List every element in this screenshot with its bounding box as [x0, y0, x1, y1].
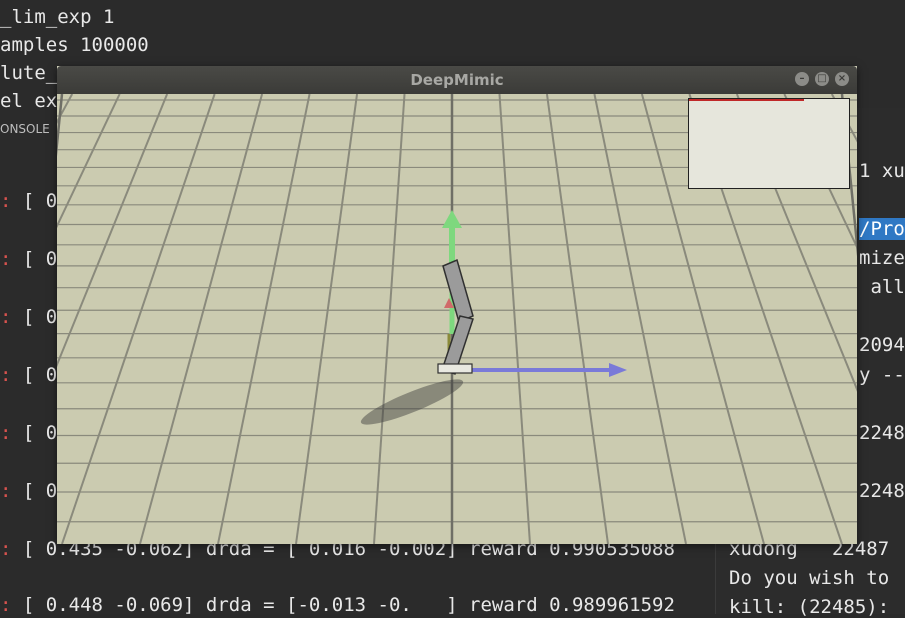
window-titlebar[interactable]: DeepMimic – □ ×	[57, 66, 857, 94]
right-line: mize	[859, 247, 905, 269]
foot-link	[437, 363, 473, 374]
right-line: y --	[859, 364, 905, 386]
close-button[interactable]: ×	[835, 72, 849, 86]
right-line: Do you wish to	[729, 567, 890, 589]
right-line: 1 xu	[859, 160, 905, 182]
minimize-button[interactable]: –	[795, 72, 809, 86]
minimap-inset	[688, 98, 850, 189]
window-title: DeepMimic	[410, 71, 504, 89]
right-line: all	[859, 276, 905, 298]
right-line-selected: /Pro	[859, 218, 905, 240]
terminal-line: el ex	[0, 90, 58, 112]
deepmimic-window[interactable]: DeepMimic – □ ×	[57, 66, 857, 544]
terminal-row: : [ 0.448 -0.069] drda = [-0.013 -0. ] r…	[0, 594, 675, 616]
right-line: 22484	[859, 422, 905, 444]
terminal-line: lute_	[0, 62, 58, 84]
terminal-line: amples 100000	[0, 34, 149, 56]
maximize-button[interactable]: □	[815, 72, 829, 86]
right-line: 22485	[859, 480, 905, 502]
right-line: kill: (22485):	[729, 596, 890, 618]
console-tab-label[interactable]: ONSOLE	[0, 122, 50, 136]
right-line: 20946	[859, 334, 905, 356]
minimap-plot-line	[689, 99, 804, 101]
terminal-line: _lim_exp 1	[0, 6, 115, 28]
